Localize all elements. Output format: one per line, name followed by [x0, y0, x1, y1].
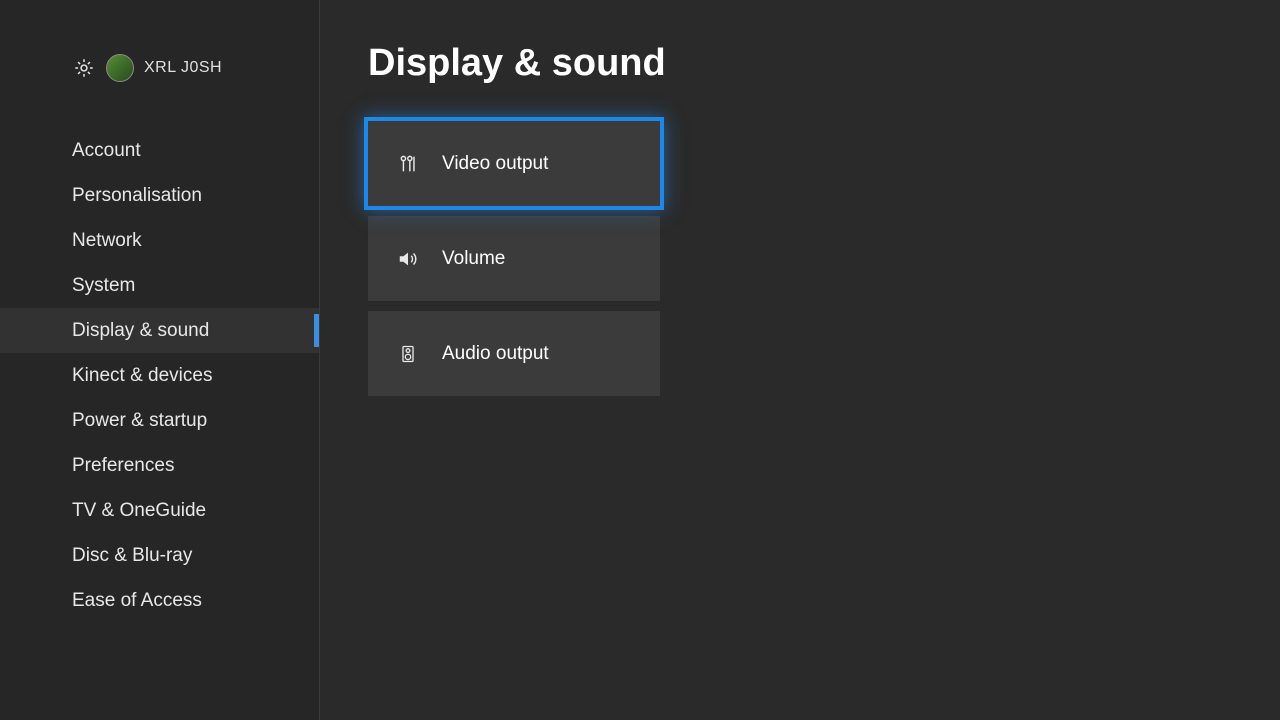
settings-nav: Account Personalisation Network System D… [0, 128, 319, 623]
settings-tile-list: Video output Volume Audio output [368, 121, 660, 396]
speaker-icon [396, 248, 420, 270]
sidebar-item-label: System [72, 275, 135, 297]
sidebar-item-label: Disc & Blu-ray [72, 545, 192, 567]
sidebar-item-label: Preferences [72, 455, 174, 477]
sidebar-item-personalisation[interactable]: Personalisation [0, 173, 319, 218]
sidebar-item-system[interactable]: System [0, 263, 319, 308]
gear-icon [72, 56, 96, 80]
sidebar-item-label: Ease of Access [72, 590, 202, 612]
sidebar-item-label: Account [72, 140, 141, 162]
sidebar-item-preferences[interactable]: Preferences [0, 443, 319, 488]
settings-sidebar: XRL J0SH Account Personalisation Network… [0, 0, 320, 720]
avatar [106, 54, 134, 82]
sidebar-item-label: Power & startup [72, 410, 207, 432]
sidebar-item-power-startup[interactable]: Power & startup [0, 398, 319, 443]
sidebar-item-account[interactable]: Account [0, 128, 319, 173]
tile-volume[interactable]: Volume [368, 216, 660, 301]
sidebar-item-label: TV & OneGuide [72, 500, 206, 522]
main-panel: Display & sound Video output [320, 0, 1280, 720]
gamertag: XRL J0SH [144, 59, 222, 77]
profile-row: XRL J0SH [0, 48, 319, 88]
sidebar-item-kinect-devices[interactable]: Kinect & devices [0, 353, 319, 398]
sidebar-item-disc-bluray[interactable]: Disc & Blu-ray [0, 533, 319, 578]
tile-label: Audio output [442, 343, 549, 365]
sidebar-item-network[interactable]: Network [0, 218, 319, 263]
audio-jack-icon [396, 343, 420, 365]
sidebar-item-ease-of-access[interactable]: Ease of Access [0, 578, 319, 623]
sidebar-item-display-sound[interactable]: Display & sound [0, 308, 319, 353]
tile-audio-output[interactable]: Audio output [368, 311, 660, 396]
sidebar-item-tv-oneguide[interactable]: TV & OneGuide [0, 488, 319, 533]
sidebar-item-label: Personalisation [72, 185, 202, 207]
page-title: Display & sound [368, 42, 1232, 85]
sidebar-item-label: Network [72, 230, 142, 252]
tile-label: Volume [442, 248, 505, 270]
tile-video-output[interactable]: Video output [368, 121, 660, 206]
tile-label: Video output [442, 153, 548, 175]
sidebar-item-label: Kinect & devices [72, 365, 212, 387]
av-cable-icon [396, 153, 420, 175]
sidebar-item-label: Display & sound [72, 320, 209, 342]
